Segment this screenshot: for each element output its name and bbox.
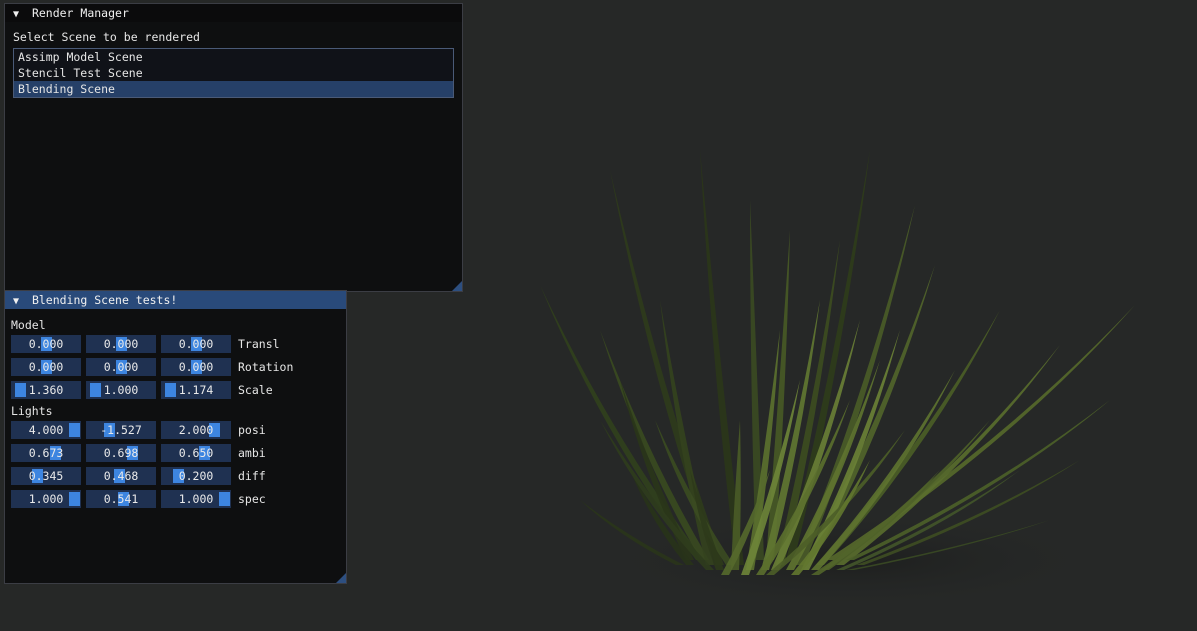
model-rotation-slider-2[interactable]: 0.000 — [161, 358, 231, 376]
slider-value: 1.000 — [178, 492, 214, 506]
model-scale-label: Scale — [238, 383, 273, 397]
slider-value: 0.541 — [103, 492, 139, 506]
model-scale-slider-1[interactable]: 1.000 — [86, 381, 156, 399]
lights-diff-slider-2[interactable]: 0.200 — [161, 467, 231, 485]
slider-value: 0.000 — [28, 337, 64, 351]
slider-value: 4.000 — [28, 423, 64, 437]
slider-value: 0.468 — [103, 469, 139, 483]
model-scale-slider-0[interactable]: 1.360 — [11, 381, 81, 399]
resize-grip[interactable] — [452, 281, 462, 291]
render-manager-window: ▼ Render Manager Select Scene to be rend… — [4, 3, 463, 292]
model-scale-slider-2[interactable]: 1.174 — [161, 381, 231, 399]
model-rotation-slider-0[interactable]: 0.000 — [11, 358, 81, 376]
slider-value: 0.200 — [178, 469, 214, 483]
scene-item-blending[interactable]: Blending Scene — [14, 81, 453, 97]
lights-section-header: Lights — [11, 404, 53, 418]
slider-value: 0.698 — [103, 446, 139, 460]
slider-grab-handle[interactable] — [90, 383, 101, 397]
blending-tests-window: ▼ Blending Scene tests! Model Lights 0.0… — [4, 290, 347, 584]
slider-value: 0.000 — [103, 337, 139, 351]
blending-tests-titlebar[interactable]: ▼ Blending Scene tests! — [5, 291, 346, 309]
slider-value: -1.527 — [100, 423, 142, 437]
resize-grip[interactable] — [336, 573, 346, 583]
window-title: Render Manager — [31, 6, 129, 20]
lights-diff-slider-1[interactable]: 0.468 — [86, 467, 156, 485]
slider-value: 0.673 — [28, 446, 64, 460]
lights-ambi-slider-2[interactable]: 0.650 — [161, 444, 231, 462]
slider-value: 1.000 — [103, 383, 139, 397]
slider-grab-handle[interactable] — [219, 492, 230, 506]
slider-value: 1.174 — [178, 383, 214, 397]
model-rotation-slider-1[interactable]: 0.000 — [86, 358, 156, 376]
slider-value: 2.000 — [178, 423, 214, 437]
collapse-arrow-icon[interactable]: ▼ — [13, 6, 25, 24]
lights-diff-slider-0[interactable]: 0.345 — [11, 467, 81, 485]
lights-ambi-label: ambi — [238, 446, 266, 460]
lights-ambi-slider-1[interactable]: 0.698 — [86, 444, 156, 462]
scene-item-stencil[interactable]: Stencil Test Scene — [14, 65, 453, 81]
slider-value: 0.000 — [178, 337, 214, 351]
slider-value: 0.000 — [28, 360, 64, 374]
collapse-arrow-icon[interactable]: ▼ — [13, 293, 25, 311]
slider-grab-handle[interactable] — [69, 423, 80, 437]
slider-value: 0.345 — [28, 469, 64, 483]
lights-spec-slider-1[interactable]: 0.541 — [86, 490, 156, 508]
lights-posi-label: posi — [238, 423, 266, 437]
model-transl-label: Transl — [238, 337, 280, 351]
model-rotation-label: Rotation — [238, 360, 294, 374]
slider-value: 0.000 — [178, 360, 214, 374]
model-transl-slider-2[interactable]: 0.000 — [161, 335, 231, 353]
model-section-header: Model — [11, 318, 46, 332]
slider-grab-handle[interactable] — [15, 383, 26, 397]
lights-posi-slider-2[interactable]: 2.000 — [161, 421, 231, 439]
lights-spec-label: spec — [238, 492, 266, 506]
slider-value: 0.000 — [103, 360, 139, 374]
lights-posi-slider-0[interactable]: 4.000 — [11, 421, 81, 439]
render-manager-titlebar[interactable]: ▼ Render Manager — [5, 4, 462, 22]
lights-spec-slider-0[interactable]: 1.000 — [11, 490, 81, 508]
scene-listbox[interactable]: Assimp Model Scene Stencil Test Scene Bl… — [13, 48, 454, 98]
slider-grab-handle[interactable] — [69, 492, 80, 506]
slider-value: 1.000 — [28, 492, 64, 506]
scene-item-assimp[interactable]: Assimp Model Scene — [14, 49, 453, 65]
lights-diff-label: diff — [238, 469, 266, 483]
slider-value: 1.360 — [28, 383, 64, 397]
scene-prompt-label: Select Scene to be rendered — [13, 30, 200, 44]
window-title: Blending Scene tests! — [31, 293, 178, 307]
slider-grab-handle[interactable] — [165, 383, 176, 397]
model-transl-slider-0[interactable]: 0.000 — [11, 335, 81, 353]
model-transl-slider-1[interactable]: 0.000 — [86, 335, 156, 353]
slider-value: 0.650 — [178, 446, 214, 460]
lights-posi-slider-1[interactable]: -1.527 — [86, 421, 156, 439]
lights-spec-slider-2[interactable]: 1.000 — [161, 490, 231, 508]
lights-ambi-slider-0[interactable]: 0.673 — [11, 444, 81, 462]
